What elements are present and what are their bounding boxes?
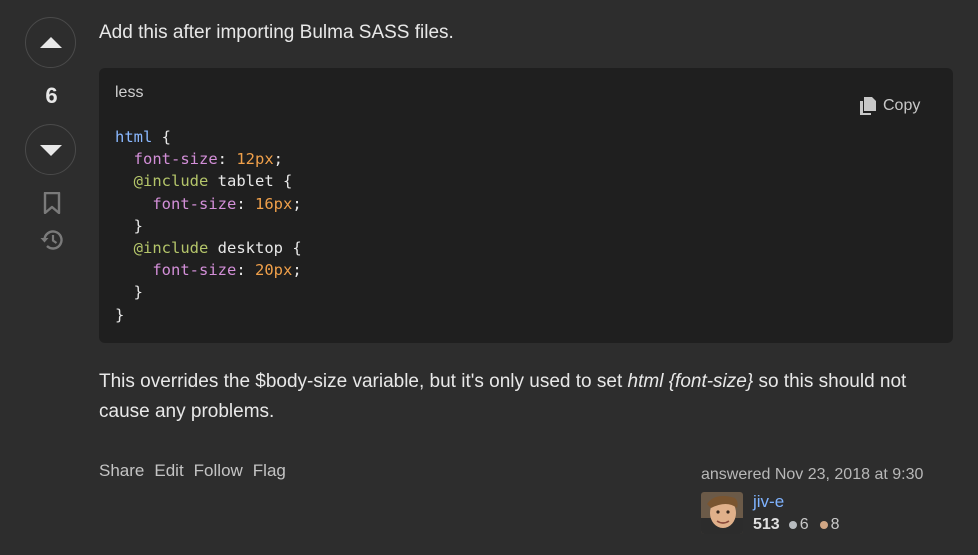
code-line: font-size: 20px;: [152, 261, 302, 280]
bookmark-button[interactable]: [25, 192, 78, 214]
share-link[interactable]: Share: [99, 461, 144, 481]
code-line: @include tablet {: [133, 172, 293, 191]
arrow-down-icon: [39, 144, 62, 156]
code-content: html { font-size: 12px; @include tablet …: [115, 126, 302, 326]
answer-body: Add this after importing Bulma SASS file…: [99, 18, 953, 48]
code-line: @include desktop {: [133, 239, 302, 258]
bronze-badge-icon: [819, 521, 828, 529]
code-line: }: [115, 305, 125, 324]
timeline-button[interactable]: [25, 228, 78, 252]
outro-code-ref: html {font-size}: [627, 371, 754, 392]
silver-badge-count: 6: [799, 516, 809, 533]
vote-cell: 6: [25, 17, 78, 252]
code-block: less Copy html { font-size: 12px; @inclu…: [99, 68, 953, 343]
bronze-badge-count: 8: [830, 516, 840, 533]
follow-link[interactable]: Follow: [194, 461, 243, 481]
arrow-up-icon: [39, 36, 62, 48]
code-line: html {: [115, 128, 171, 146]
copy-label: Copy: [883, 97, 921, 114]
code-line: }: [115, 283, 143, 302]
post-menu: Share Edit Follow Flag: [99, 461, 286, 481]
reputation: 513 6 8: [753, 516, 840, 534]
code-line: font-size: 16px;: [152, 194, 302, 213]
outro-text: This overrides the $body-size variable, …: [99, 371, 628, 392]
answer-outro: This overrides the $body-size variable, …: [99, 367, 953, 427]
code-language: less: [115, 84, 144, 101]
avatar[interactable]: [701, 492, 743, 534]
flag-link[interactable]: Flag: [253, 461, 286, 481]
edit-link[interactable]: Edit: [154, 461, 183, 481]
vote-count: 6: [45, 83, 58, 108]
code-line: font-size: 12px;: [133, 150, 284, 169]
answer-intro: Add this after importing Bulma SASS file…: [99, 22, 454, 43]
user-signature: answered Nov 23, 2018 at 9:30 jiv-e 513 …: [701, 466, 923, 534]
copy-icon: [860, 97, 876, 115]
reputation-score: 513: [753, 516, 780, 533]
copy-button[interactable]: Copy: [859, 96, 920, 116]
silver-badge-icon: [788, 521, 797, 529]
code-line: }: [115, 216, 143, 235]
upvote-button[interactable]: [25, 17, 76, 68]
history-icon: [40, 230, 63, 250]
answered-timestamp[interactable]: answered Nov 23, 2018 at 9:30: [701, 466, 923, 484]
downvote-button[interactable]: [25, 124, 76, 175]
username[interactable]: jiv-e: [753, 492, 840, 512]
bookmark-icon: [43, 192, 60, 214]
